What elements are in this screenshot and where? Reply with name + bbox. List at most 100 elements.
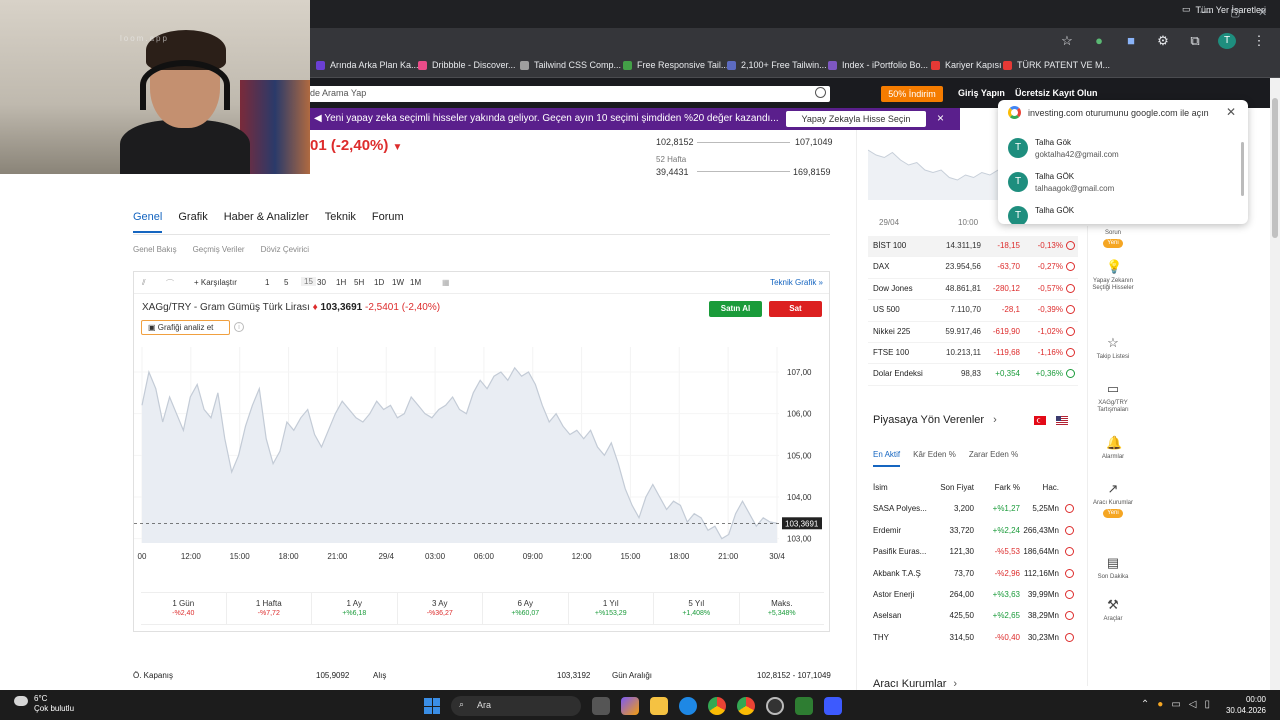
bookmark-item[interactable]: Dribbble - Discover... bbox=[418, 60, 516, 70]
rail-item[interactable]: Sorun Yeni bbox=[1088, 230, 1138, 248]
app-icon[interactable] bbox=[766, 697, 784, 715]
file-explorer-icon[interactable] bbox=[650, 697, 668, 715]
interval-button[interactable]: 30 bbox=[317, 278, 326, 287]
discount-button[interactable]: 50% İndirim bbox=[881, 86, 943, 102]
brokers-title[interactable]: Aracı Kurumlar › bbox=[873, 678, 957, 690]
movers-row[interactable]: THY 314,50 -%0,40 30,23Mn bbox=[868, 628, 1078, 649]
rail-item[interactable]: ▭ XAGg/TRY Tartışmaları bbox=[1088, 382, 1138, 414]
subtab-2[interactable]: Döviz Çevirici bbox=[261, 245, 309, 254]
technical-chart-link[interactable]: Teknik Grafik » bbox=[770, 278, 823, 287]
google-account[interactable]: T Talha GÖK bbox=[1006, 202, 1236, 224]
movers-row[interactable]: Erdemir 33,720 +%2,24 266,43Mn bbox=[868, 521, 1078, 542]
google-account[interactable]: T Talha GÖK talhaagok@gmail.com bbox=[1006, 168, 1236, 202]
copilot-icon[interactable] bbox=[621, 697, 639, 715]
google-account[interactable]: T Talha Gök goktalha42@gmail.com bbox=[1006, 134, 1236, 168]
volume-icon[interactable]: ◁ bbox=[1189, 699, 1197, 710]
tab-0[interactable]: Genel bbox=[133, 211, 163, 233]
tab-2[interactable]: Haber & Analizler bbox=[224, 211, 309, 233]
movers-tab[interactable]: Zarar Eden % bbox=[969, 450, 1018, 467]
bookmark-item[interactable]: Tailwind CSS Comp... bbox=[520, 60, 621, 70]
subtab-1[interactable]: Geçmiş Veriler bbox=[193, 245, 245, 254]
index-row[interactable]: US 500 7.110,70 -28,1 -0,39% bbox=[868, 300, 1078, 322]
bookmark-item[interactable]: Free Responsive Tail... bbox=[623, 60, 728, 70]
calendar-icon[interactable]: ▦ bbox=[442, 278, 450, 287]
extension-icon[interactable]: ● bbox=[1090, 33, 1108, 49]
interval-button[interactable]: 1W bbox=[392, 278, 404, 287]
bookmark-item[interactable]: Kariyer Kapısı bbox=[931, 60, 1002, 70]
battery-icon[interactable]: ▯ bbox=[1204, 699, 1210, 710]
tab-3[interactable]: Teknik bbox=[325, 211, 356, 233]
candlestick-icon[interactable]: ⫽ bbox=[142, 278, 146, 288]
scrollbar-thumb[interactable] bbox=[1272, 98, 1278, 238]
calculator-icon[interactable] bbox=[824, 697, 842, 715]
movers-row[interactable]: Astor Enerji 264,00 +%3,63 39,99Mn bbox=[868, 585, 1078, 606]
index-row[interactable]: Nikkei 225 59.917,46 -619,90 -1,02% bbox=[868, 322, 1078, 343]
interval-button[interactable]: 1D bbox=[374, 278, 384, 287]
close-icon[interactable]: ✕ bbox=[1226, 105, 1236, 119]
chrome-active-icon[interactable] bbox=[737, 697, 755, 715]
index-row[interactable]: Dow Jones 48.861,81 -280,12 -0,57% bbox=[868, 279, 1078, 301]
sell-button[interactable]: Sat bbox=[769, 301, 822, 317]
interval-button[interactable]: 5 bbox=[284, 278, 288, 287]
tab-1[interactable]: Grafik bbox=[178, 211, 207, 233]
bookmark-item[interactable]: Arında Arka Plan Ka... bbox=[316, 60, 419, 70]
ai-stock-pick-button[interactable]: Yapay Zekayla Hisse Seçin bbox=[786, 111, 926, 127]
microphone-icon[interactable]: ● bbox=[1157, 699, 1163, 710]
page-scrollbar[interactable] bbox=[1270, 78, 1280, 690]
display-icon[interactable]: ▭ bbox=[1171, 699, 1180, 710]
price-chart[interactable]: 00 12:00 15:00 18:00 21:00 29/4 03:00 06:00 09:0… bbox=[134, 347, 829, 587]
task-view-icon[interactable] bbox=[592, 697, 610, 715]
turkey-flag-icon[interactable] bbox=[1034, 416, 1046, 425]
index-row[interactable]: Dolar Endeksi 98,83 +0,354 +0,36% bbox=[868, 364, 1078, 386]
analyze-chart-button[interactable]: ▣ Grafiği analiz et bbox=[141, 320, 230, 335]
rail-item[interactable]: ⚒ Araçlar bbox=[1088, 598, 1138, 623]
movers-row[interactable]: SASA Polyes... 3,200 +%1,27 5,25Mn bbox=[868, 499, 1078, 520]
clock[interactable]: 00:00 30.04.2026 bbox=[1226, 694, 1266, 716]
rail-item[interactable]: ↗ Aracı Kurumlar Yeni bbox=[1088, 482, 1138, 518]
puzzle-icon[interactable]: ⚙ bbox=[1154, 33, 1172, 49]
bookmark-star-icon[interactable]: ☆ bbox=[1058, 33, 1076, 49]
menu-dots-icon[interactable]: ⋮ bbox=[1250, 33, 1268, 49]
index-row[interactable]: FTSE 100 10.213,11 -119,68 -1,16% bbox=[868, 343, 1078, 365]
taskbar-search[interactable]: ⌕ Ara bbox=[451, 696, 581, 716]
tab-4[interactable]: Forum bbox=[372, 211, 404, 233]
movers-tab[interactable]: En Aktif bbox=[873, 450, 901, 467]
period-cell[interactable]: Maks. +5,348% bbox=[740, 593, 825, 624]
rail-item[interactable]: 🔔 Alarmlar bbox=[1088, 436, 1138, 461]
market-movers-title[interactable]: Piyasaya Yön Verenler › bbox=[873, 414, 997, 426]
bookmark-item[interactable]: 2,100+ Free Tailwin... bbox=[727, 60, 827, 70]
interval-button[interactable]: 15 bbox=[301, 277, 316, 286]
index-row[interactable]: DAX 23.954,56 -63,70 -0,27% bbox=[868, 257, 1078, 279]
android-studio-icon[interactable] bbox=[795, 697, 813, 715]
rail-item[interactable]: ▤ Son Dakika bbox=[1088, 556, 1138, 581]
movers-row[interactable]: Akbank T.A.Ş 73,70 -%2,96 112,16Mn bbox=[868, 564, 1078, 585]
period-cell[interactable]: 1 Gün -%2,40 bbox=[141, 593, 227, 624]
period-cell[interactable]: 1 Ay +%6,18 bbox=[312, 593, 398, 624]
area-chart-icon[interactable]: ⌒ bbox=[166, 278, 174, 289]
bookmark-item[interactable]: Index - iPortfolio Bo... bbox=[828, 60, 928, 70]
period-cell[interactable]: 5 Yıl +1,408% bbox=[654, 593, 740, 624]
movers-tab[interactable]: Kâr Eden % bbox=[913, 450, 956, 467]
edge-icon[interactable] bbox=[679, 697, 697, 715]
info-icon[interactable]: i bbox=[234, 322, 244, 332]
period-cell[interactable]: 1 Yıl +%153,29 bbox=[569, 593, 654, 624]
period-cell[interactable]: 1 Hafta -%7,72 bbox=[227, 593, 312, 624]
site-search-input[interactable]: de Arama Yap bbox=[300, 86, 830, 102]
banner-close-icon[interactable]: × bbox=[937, 111, 944, 125]
index-row[interactable]: BİST 100 14.311,19 -18,15 -0,13% bbox=[868, 236, 1078, 258]
register-link[interactable]: Ücretsiz Kayıt Olun bbox=[1015, 88, 1098, 98]
interval-button[interactable]: 1 bbox=[265, 278, 269, 287]
interval-button[interactable]: 5H bbox=[354, 278, 364, 287]
search-icon[interactable] bbox=[815, 87, 826, 98]
compare-button[interactable]: + Karşılaştır bbox=[194, 278, 237, 287]
buy-button[interactable]: Satın Al bbox=[709, 301, 762, 317]
login-link[interactable]: Giriş Yapın bbox=[958, 88, 1005, 98]
rail-item[interactable]: 💡 Yapay Zekanın Seçtiği Hisseler bbox=[1088, 260, 1138, 292]
period-cell[interactable]: 3 Ay -%36,27 bbox=[398, 593, 483, 624]
popup-scrollbar[interactable] bbox=[1241, 142, 1244, 196]
interval-button[interactable]: 1H bbox=[336, 278, 346, 287]
translate-icon[interactable]: ■ bbox=[1122, 33, 1140, 49]
all-bookmarks[interactable]: ▭ Tüm Yer İşaretleri bbox=[1182, 4, 1266, 15]
profile-avatar[interactable]: T bbox=[1218, 33, 1236, 49]
period-cell[interactable]: 6 Ay +%60,07 bbox=[483, 593, 569, 624]
